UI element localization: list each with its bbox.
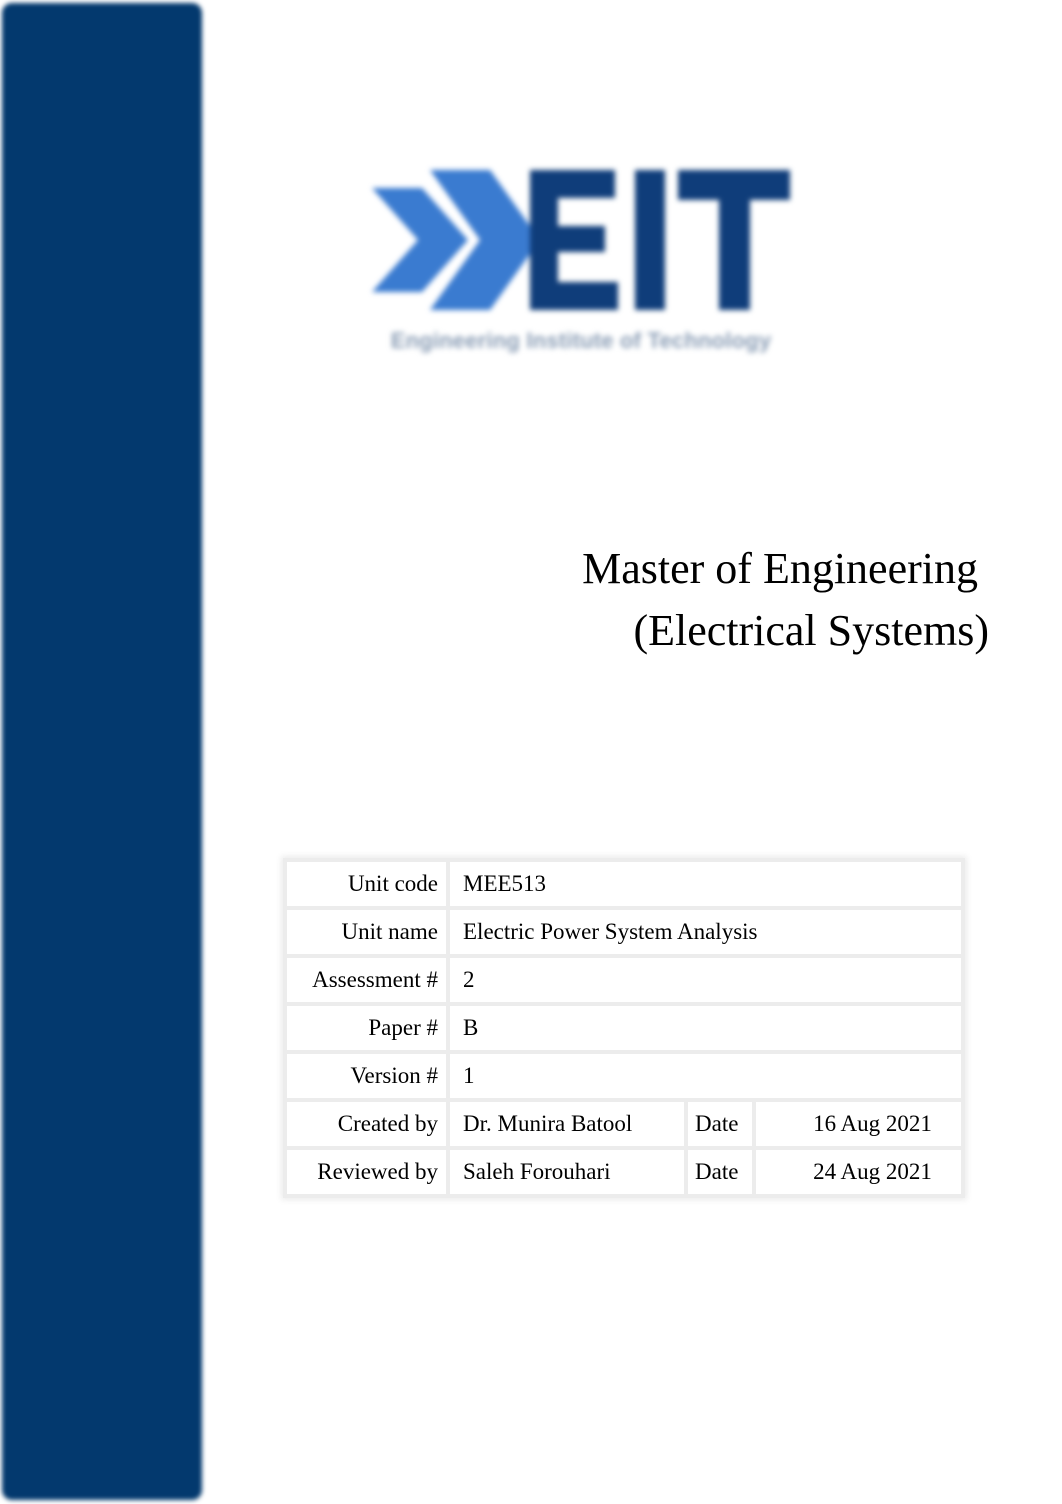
unit-name-label: Unit name [283,906,450,958]
eit-letters [530,170,790,310]
double-chevron-icon [372,170,790,310]
logo-tagline: Engineering Institute of Technology [390,328,772,353]
assessment-label: Assessment # [283,954,450,1006]
created-date-value: 16 Aug 2021 [752,1098,965,1150]
paper-label: Paper # [283,1002,450,1054]
table-row: Version # 1 [283,1050,965,1102]
unit-code-value: MEE513 [446,858,965,910]
table-row: Unit code MEE513 [283,858,965,910]
paper-value: B [446,1002,965,1054]
eit-logo: Engineering Institute of Technology [360,160,800,360]
reviewed-by-value: Saleh Forouhari [446,1146,688,1198]
chevron-shape [372,188,468,292]
title-line-1: Master of Engineering [582,544,978,593]
unit-code-label: Unit code [283,858,450,910]
sidebar-band [2,3,202,1500]
table-row: Unit name Electric Power System Analysis [283,906,965,958]
page-title: Master of Engineering (Electrical System… [582,538,989,662]
created-date-label: Date [684,1098,756,1150]
title-line-2: (Electrical Systems) [633,606,989,655]
created-by-value: Dr. Munira Batool [446,1098,688,1150]
table-row: Reviewed by Saleh Forouhari Date 24 Aug … [283,1146,965,1198]
assessment-value: 2 [446,954,965,1006]
reviewed-date-value: 24 Aug 2021 [752,1146,965,1198]
reviewed-date-label: Date [684,1146,756,1198]
table-row: Assessment # 2 [283,954,965,1006]
reviewed-by-label: Reviewed by [283,1146,450,1198]
version-label: Version # [283,1050,450,1102]
version-value: 1 [446,1050,965,1102]
unit-name-value: Electric Power System Analysis [446,906,965,958]
created-by-label: Created by [283,1098,450,1150]
assessment-info-table: Unit code MEE513 Unit name Electric Powe… [283,858,965,1198]
table-row: Created by Dr. Munira Batool Date 16 Aug… [283,1098,965,1150]
table-row: Paper # B [283,1002,965,1054]
